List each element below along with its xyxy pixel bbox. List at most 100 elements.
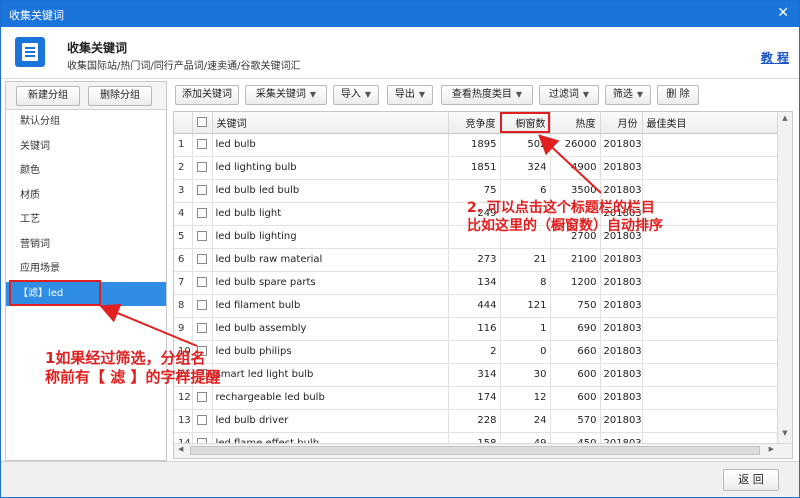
filter-words-dropdown[interactable]: 过滤词 ▼ [539,85,599,105]
row-checkbox[interactable] [192,409,213,433]
showcase-cell: 12 [500,386,551,410]
best-category-cell [642,317,778,341]
scroll-right-icon[interactable]: ▶ [769,445,774,453]
checkbox-icon [197,254,207,264]
tutorial-link[interactable]: 教 程 [761,49,789,66]
row-checkbox[interactable] [192,133,213,157]
chevron-down-icon: ▼ [515,90,523,99]
keyword-cell: led bulb assembly [212,317,449,341]
group-item[interactable]: 材质 [6,184,166,209]
table-row[interactable]: 10 led bulb philips 2 0 660 201803 [174,340,778,364]
keyword-cell: led bulb philips [212,340,449,364]
keyword-cell: led bulb spare parts [212,271,449,295]
scroll-left-icon[interactable]: ◀ [178,445,183,453]
column-header-keyword[interactable]: 关键词 [212,112,449,134]
row-index: 12 [174,386,193,410]
scroll-up-icon[interactable]: ▲ [780,114,790,126]
row-checkbox[interactable] [192,294,213,318]
scroll-down-icon[interactable]: ▼ [780,429,790,441]
row-checkbox[interactable] [192,271,213,295]
table-row[interactable]: 1 led bulb 1895 502 26000 201803 [174,133,778,157]
table-row[interactable]: 8 led filament bulb 444 121 750 201803 [174,294,778,318]
month-cell: 201803 [600,271,643,295]
view-category-dropdown[interactable]: 查看热度类目 ▼ [441,85,533,105]
showcase-cell: 0 [500,340,551,364]
column-header-competition[interactable]: 竞争度 [448,112,501,134]
group-item[interactable]: 默认分组 [6,110,166,135]
filtered-group-highlight [9,280,101,306]
import-dropdown[interactable]: 导入 ▼ [333,85,379,105]
row-index: 4 [174,202,193,226]
keyword-cell: led bulb light [212,202,449,226]
collect-keyword-label: 采集关键词 [255,89,306,100]
horizontal-scroll-thumb[interactable] [190,446,760,455]
delete-group-button[interactable]: 删除分组 [88,86,152,106]
row-checkbox[interactable] [192,225,213,249]
vertical-scrollbar[interactable]: ▲ ▼ [777,112,792,443]
table-row[interactable]: 7 led bulb spare parts 134 8 1200 201803 [174,271,778,295]
table-body: 1 led bulb 1895 502 26000 201803 2 led lighting… [174,133,778,456]
table-row[interactable]: 9 led bulb assembly 116 1 690 201803 [174,317,778,341]
group-item[interactable]: 应用场景 [6,257,166,282]
group-item[interactable]: 颜色 [6,159,166,184]
keyword-cell: rechargeable led bulb [212,386,449,410]
group-item[interactable]: 工艺 [6,208,166,233]
keyword-table: 关键词 竞争度 橱窗数 热度 月份 最佳类目 1 led bulb 1895 502 2… [174,112,778,456]
keyword-cell: led filament bulb [212,294,449,318]
showcase-cell: 8 [500,271,551,295]
group-item[interactable]: 营销词 [6,233,166,258]
competition-cell: 134 [448,271,501,295]
chevron-down-icon: ▼ [309,90,317,99]
column-header-month[interactable]: 月份 [600,112,643,134]
delete-keyword-button[interactable]: 删 除 [657,85,699,105]
table-row[interactable]: 12 rechargeable led bulb 174 12 600 201803 [174,386,778,410]
showcase-cell: 30 [500,363,551,387]
competition-cell: 444 [448,294,501,318]
back-button[interactable]: 返 回 [723,469,779,491]
column-header-showcase[interactable]: 橱窗数 [500,112,551,134]
page-subtitle: 收集国际站/热门词/同行产品词/速卖通/谷歌关键词汇 [67,61,301,72]
heat-cell: 660 [550,340,601,364]
table-row[interactable]: 11 smart led light bulb 314 30 600 201803 [174,363,778,387]
month-cell: 201803 [600,133,643,157]
close-icon[interactable]: ✕ [777,5,789,21]
keyword-cell: led lighting bulb [212,156,449,180]
row-checkbox[interactable] [192,179,213,203]
keyword-cell: led bulb led bulb [212,179,449,203]
column-header-heat[interactable]: 热度 [550,112,601,134]
new-group-button[interactable]: 新建分组 [16,86,80,106]
row-checkbox[interactable] [192,248,213,272]
row-checkbox[interactable] [192,317,213,341]
checkbox-icon [197,300,207,310]
document-icon [15,37,45,67]
table-row[interactable]: 13 led bulb driver 228 24 570 201803 [174,409,778,433]
month-cell: 201803 [600,363,643,387]
select-all-checkbox[interactable] [192,112,213,134]
heat-cell: 750 [550,294,601,318]
checkbox-icon [197,277,207,287]
table-row[interactable]: 2 led lighting bulb 1851 324 4900 201803 [174,156,778,180]
export-label: 导出 [394,89,415,100]
heat-cell: 600 [550,363,601,387]
table-row[interactable]: 6 led bulb raw material 273 21 2100 201803 [174,248,778,272]
add-keyword-button[interactable]: 添加关键词 [175,85,239,105]
row-index: 1 [174,133,193,157]
collect-keyword-dropdown[interactable]: 采集关键词 ▼ [245,85,327,105]
filter-dropdown[interactable]: 筛选 ▼ [605,85,651,105]
row-checkbox[interactable] [192,386,213,410]
table-row[interactable]: 3 led bulb led bulb 75 6 3500 201803 [174,179,778,203]
best-category-cell [642,294,778,318]
export-dropdown[interactable]: 导出 ▼ [387,85,433,105]
competition-cell: 75 [448,179,501,203]
row-checkbox[interactable] [192,156,213,180]
annotation-note-2-line-2: 比如这里的（橱窗数）自动排序 [467,217,663,234]
column-header-best-category[interactable]: 最佳类目 [642,112,778,134]
horizontal-scrollbar[interactable]: ◀ ▶ [174,443,792,458]
month-cell: 201803 [600,294,643,318]
showcase-cell: 502 [500,133,551,157]
group-item[interactable]: 关键词 [6,135,166,160]
row-index-header [174,112,193,134]
row-checkbox[interactable] [192,202,213,226]
page-header: 收集关键词 收集国际站/热门词/同行产品词/速卖通/谷歌关键词汇 教 程 [1,27,799,79]
checkbox-icon [197,116,207,127]
